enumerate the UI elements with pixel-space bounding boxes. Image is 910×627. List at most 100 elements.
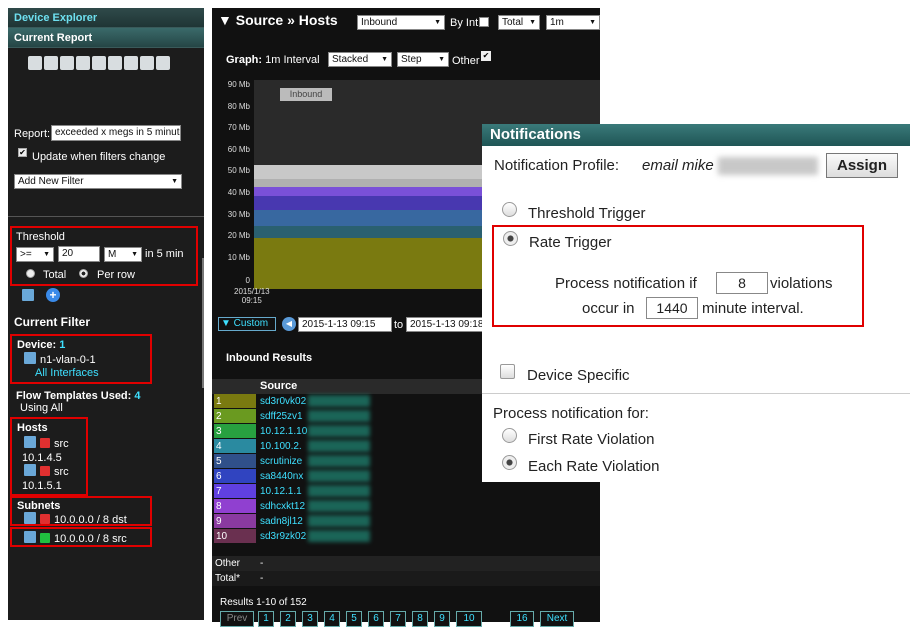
device-explorer-header[interactable]: Device Explorer — [8, 8, 204, 28]
trash-icon[interactable] — [24, 531, 36, 543]
x-date: 2015/1/13 — [234, 287, 270, 296]
subnet-src-box: 10.0.0.0 / 8 src — [10, 527, 152, 547]
row-source[interactable]: 10.12.1.10 — [260, 424, 307, 439]
violations-input[interactable]: 8 — [716, 272, 768, 294]
rate-trigger-radio[interactable] — [503, 231, 518, 246]
minus-icon[interactable] — [40, 466, 50, 476]
assign-button[interactable]: Assign — [826, 153, 898, 178]
profile-value[interactable]: email mike — [642, 157, 714, 174]
trash-icon[interactable] — [24, 436, 36, 448]
trash-icon[interactable] — [24, 352, 36, 364]
page-button[interactable]: 16 — [510, 611, 534, 627]
minute-interval-label: minute interval. — [702, 300, 804, 317]
table-row[interactable]: 8 sdhcxkt12 — [212, 499, 600, 514]
trash-icon[interactable] — [22, 289, 34, 301]
by-int-checkbox[interactable] — [479, 17, 489, 27]
first-violation-radio[interactable] — [502, 428, 517, 443]
row-source[interactable]: sd3r0vk02 — [260, 394, 306, 409]
page-button[interactable]: 2 — [280, 611, 296, 627]
other-checkbox[interactable]: ✔ — [481, 51, 491, 61]
threshold-unit-select[interactable]: M — [104, 247, 142, 262]
row-source[interactable]: 10.100.2. — [260, 439, 302, 454]
y-tick: 80 Mb — [227, 102, 250, 111]
table-row[interactable]: 10 sd3r9zk02 — [212, 529, 600, 544]
add-filter-icon[interactable]: + — [46, 288, 60, 302]
link-icon[interactable] — [28, 56, 42, 70]
total-label: Total — [43, 269, 67, 281]
table-row[interactable]: 7 10.12.1.1 — [212, 484, 600, 499]
page-button[interactable]: 1 — [258, 611, 274, 627]
row-source[interactable]: sdff25zv1 — [260, 409, 303, 424]
sidebar-splitter[interactable] — [202, 258, 204, 388]
plus-icon[interactable] — [40, 533, 50, 543]
row-num: 10 — [214, 529, 256, 543]
page-button[interactable]: 4 — [324, 611, 340, 627]
row-source[interactable]: sadn8jl12 — [260, 514, 303, 529]
trash-icon[interactable] — [24, 464, 36, 476]
print-icon[interactable] — [92, 56, 106, 70]
page-button[interactable]: 5 — [346, 611, 362, 627]
threshold-trigger-label: Threshold Trigger — [528, 205, 646, 222]
y-tick: 0 — [245, 276, 250, 285]
threshold-value-input[interactable]: 20 — [58, 246, 100, 262]
y-tick: 20 Mb — [227, 231, 250, 240]
add-filter-select[interactable]: Add New Filter — [14, 174, 182, 189]
next-page-button[interactable]: Next — [540, 611, 574, 627]
device-label: Device: — [17, 339, 57, 351]
rate-trigger-label: Rate Trigger — [529, 234, 612, 251]
table-icon[interactable] — [124, 56, 138, 70]
table-row[interactable]: 9 sadn8jl12 — [212, 514, 600, 529]
page-button[interactable]: 8 — [412, 611, 428, 627]
update-checkbox[interactable]: ✔ — [18, 148, 27, 157]
stacked-select[interactable]: Stacked — [328, 52, 392, 67]
custom-range-button[interactable]: ▼ Custom — [218, 317, 276, 331]
pdf-icon[interactable] — [156, 56, 170, 70]
save-icon[interactable] — [44, 56, 58, 70]
minus-icon[interactable] — [40, 514, 50, 524]
total-select[interactable]: Total — [498, 15, 540, 30]
email-icon[interactable] — [140, 56, 154, 70]
device-name: n1-vlan-0-1 — [40, 354, 96, 366]
flow-templates-count: 4 — [134, 390, 141, 402]
current-report-header[interactable]: Current Report — [8, 28, 204, 48]
direction-select[interactable]: Inbound — [357, 15, 445, 30]
host-ip: 10.1.5.1 — [22, 480, 62, 492]
save-as-icon[interactable] — [60, 56, 74, 70]
total-radio[interactable] — [26, 269, 35, 278]
page-button[interactable]: 7 — [390, 611, 406, 627]
row-source[interactable]: sa8440nx — [260, 469, 303, 484]
threshold-suffix: in 5 min — [145, 248, 184, 260]
report-name-input[interactable]: exceeded x megs in 5 minutes — [51, 125, 181, 141]
minus-icon[interactable] — [40, 438, 50, 448]
row-num: 4 — [214, 439, 256, 453]
row-num: 2 — [214, 409, 256, 423]
all-interfaces-link[interactable]: All Interfaces — [35, 367, 99, 379]
each-violation-radio[interactable] — [502, 455, 517, 470]
prev-page-button[interactable]: Prev — [220, 611, 254, 627]
total-row: Total* - — [212, 571, 600, 586]
interval-select[interactable]: 1m — [546, 15, 600, 30]
clock-icon[interactable] — [76, 56, 90, 70]
minutes-input[interactable]: 1440 — [646, 297, 698, 319]
row-source[interactable]: 10.12.1.1 — [260, 484, 302, 499]
export-icon[interactable] — [108, 56, 122, 70]
device-specific-checkbox[interactable] — [500, 364, 515, 379]
page-button[interactable]: 3 — [302, 611, 318, 627]
divider — [482, 393, 910, 394]
row-source[interactable]: scrutinize — [260, 454, 302, 469]
prev-range-icon[interactable]: ◀ — [282, 317, 296, 331]
row-source[interactable]: sd3r9zk02 — [260, 529, 306, 544]
row-source[interactable]: sdhcxkt12 — [260, 499, 305, 514]
per-row-radio[interactable] — [79, 269, 88, 278]
threshold-operator-select[interactable]: >= — [16, 247, 54, 262]
device-specific-label: Device Specific — [527, 367, 630, 384]
from-date-input[interactable]: 2015-1-13 09:15 — [298, 317, 392, 332]
page-button[interactable]: 6 — [368, 611, 384, 627]
trash-icon[interactable] — [24, 512, 36, 524]
step-select[interactable]: Step — [397, 52, 449, 67]
page-button[interactable]: 10 — [456, 611, 482, 627]
page-button[interactable]: 9 — [434, 611, 450, 627]
page-title: ▼ Source » Hosts — [218, 12, 338, 28]
results-count: Results 1-10 of 152 — [220, 597, 307, 608]
threshold-trigger-radio[interactable] — [502, 202, 517, 217]
